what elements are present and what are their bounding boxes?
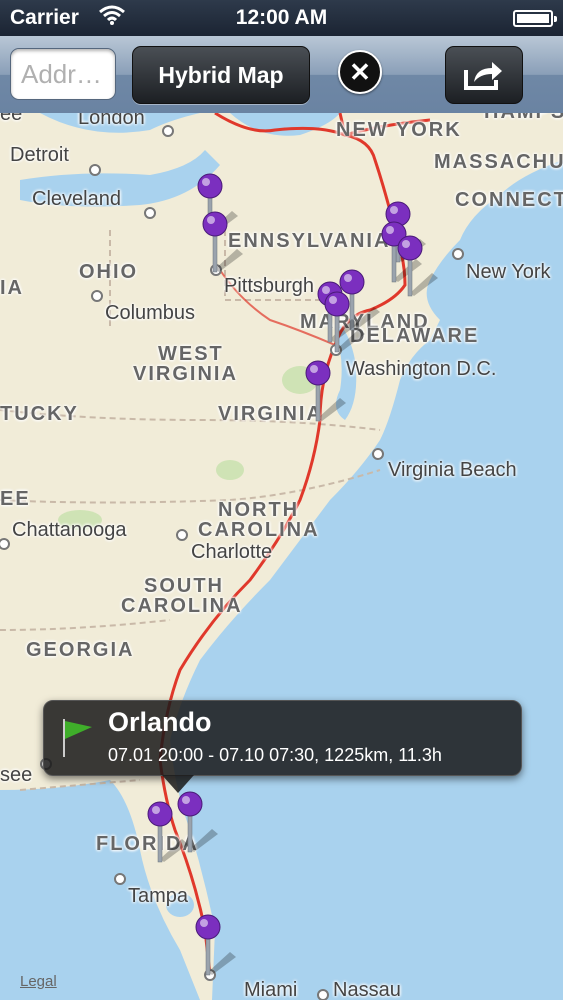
map-pin-icon[interactable]	[195, 914, 236, 976]
callout-title: Orlando	[108, 707, 212, 737]
map-pin-icon[interactable]	[305, 360, 346, 422]
address-input[interactable]	[10, 48, 116, 100]
map-pin-icon[interactable]	[202, 211, 243, 273]
legal-link[interactable]: Legal	[20, 973, 57, 990]
status-bar: Carrier 12:00 AM	[0, 0, 563, 36]
clear-symbol: ✕	[349, 56, 371, 87]
clock: 12:00 AM	[235, 6, 328, 29]
clear-icon[interactable]: ✕	[338, 50, 382, 94]
battery-icon	[513, 10, 557, 27]
share-icon	[464, 62, 502, 90]
map-type-button[interactable]: Hybrid Map	[132, 46, 310, 104]
toolbar: Hybrid Map ✕	[0, 36, 563, 114]
flag-icon	[63, 719, 92, 757]
map-view[interactable]: ee London NEW YORK HAMPS Detroit MASSACH…	[0, 113, 563, 1000]
pin-layer	[147, 173, 438, 976]
callout-subtitle: 07.01 20:00 - 07.10 07:30, 1225km, 11.3h	[108, 745, 442, 765]
share-button[interactable]	[445, 46, 523, 104]
map-type-label: Hybrid Map	[158, 61, 284, 88]
callout-pointer	[162, 775, 194, 793]
location-callout[interactable]: Orlando 07.01 20:00 - 07.10 07:30, 1225k…	[43, 700, 522, 793]
